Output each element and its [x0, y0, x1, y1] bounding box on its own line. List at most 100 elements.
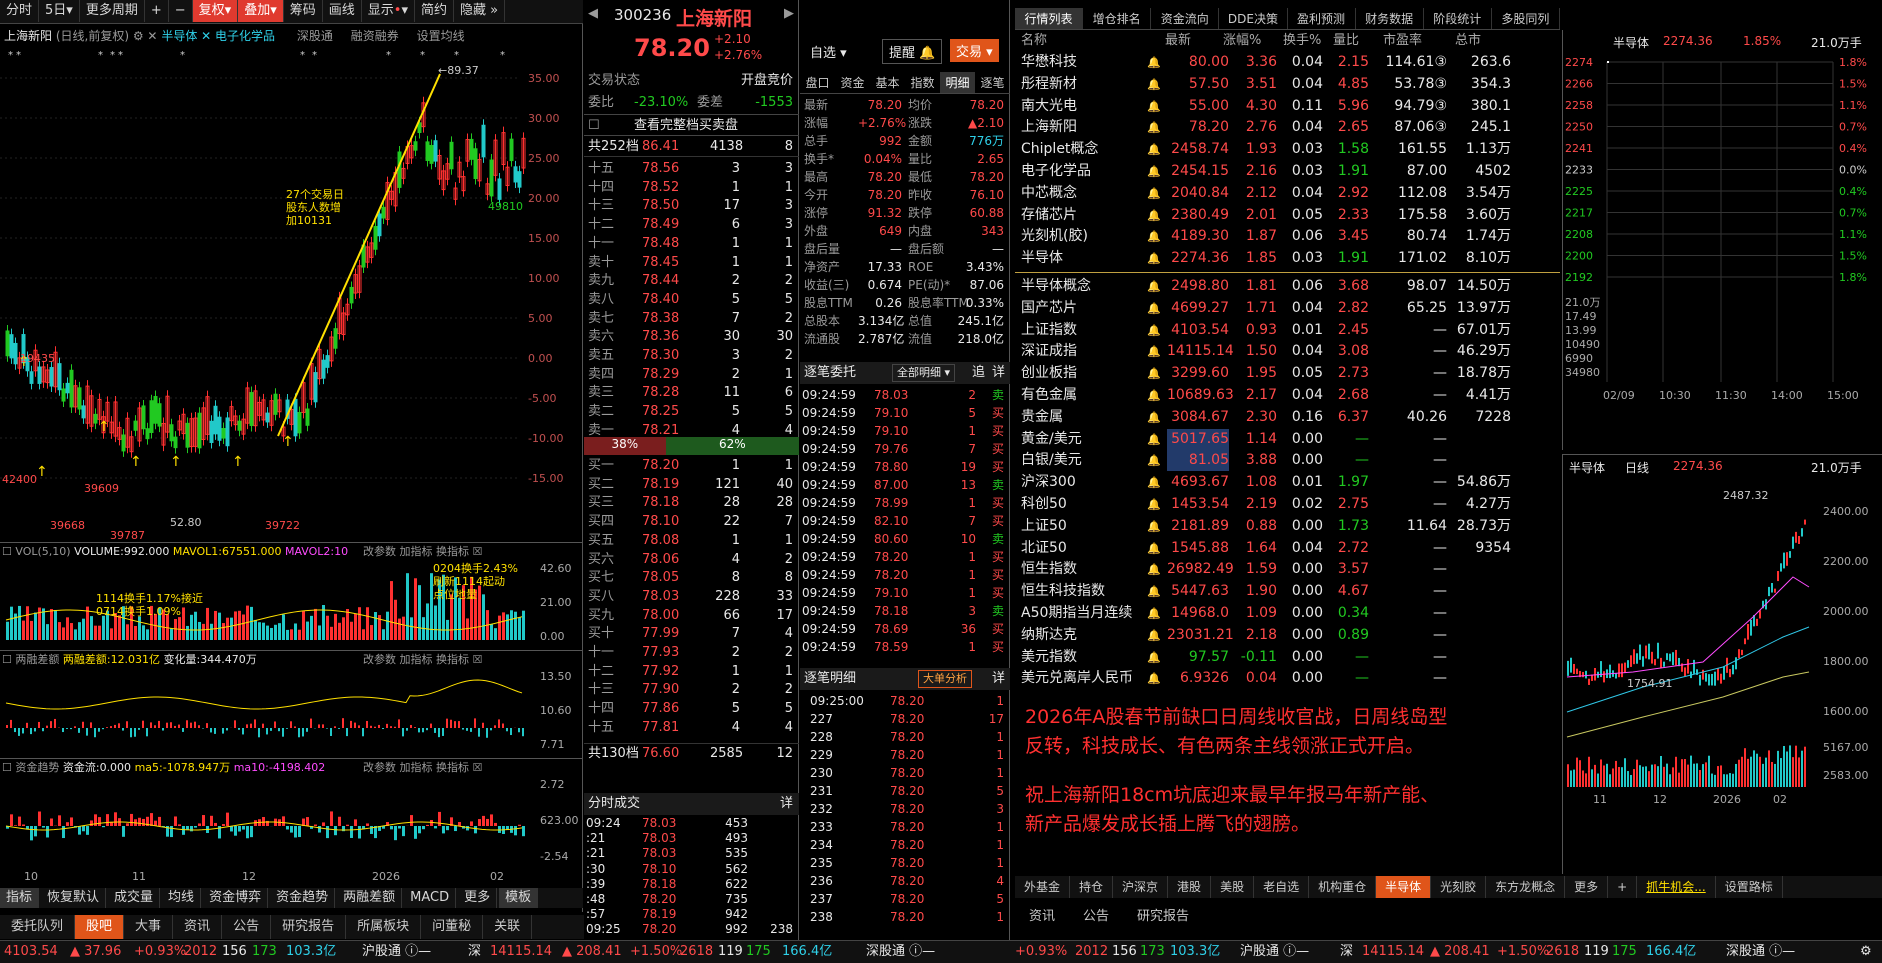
sell-level-0[interactable]: 十五 78.56 3 3: [584, 159, 799, 178]
tb-diejia[interactable]: 叠加▾: [238, 0, 284, 22]
list-row[interactable]: 北证50 🔔 1545.88 1.64 0.04 2.72—9354: [1015, 538, 1560, 559]
list-bottom-tab-3[interactable]: 港股: [1168, 876, 1212, 898]
list-tab-4[interactable]: 盈利预测: [1288, 8, 1356, 29]
list-col-5[interactable]: 市盈率: [1383, 31, 1422, 51]
list-row[interactable]: 有色金属 🔔 10689.63 2.17 0.04 2.68—4.41万: [1015, 385, 1560, 406]
sell-level-9[interactable]: 卖六 78.36 30 30: [584, 327, 799, 346]
ind-tab-9[interactable]: 模板: [499, 888, 539, 908]
list-bottom-tab-12[interactable]: 抓牛机会...: [1637, 876, 1716, 898]
ticks-detail-btn[interactable]: 详: [780, 793, 793, 815]
ind-tab-2[interactable]: 成交量: [108, 888, 161, 908]
list-tab-6[interactable]: 阶段统计: [1424, 8, 1492, 29]
tag-margin[interactable]: 融资融券: [351, 29, 399, 43]
list-row[interactable]: 深证成指 🔔 14115.14 1.50 0.04 3.08—46.29万: [1015, 341, 1560, 362]
qtab-0[interactable]: 盘口: [800, 72, 835, 93]
sell-level-5[interactable]: 卖十 78.45 1 1: [584, 253, 799, 272]
zb-row[interactable]: 09:24:59 78.20 1 买: [800, 566, 1010, 584]
ind-tab-5[interactable]: 资金趋势: [270, 888, 336, 908]
zb-row[interactable]: 09:24:59 78.03 2 卖: [800, 386, 1010, 404]
zb-row[interactable]: 09:24:59 78.20 1 买: [800, 548, 1010, 566]
buy-level-2[interactable]: 买三 78.18 28 28: [584, 493, 799, 512]
ind-tab-3[interactable]: 均线: [162, 888, 202, 908]
list-bottom-tab-1[interactable]: 持仓: [1070, 876, 1114, 898]
list-bottom-tab-0[interactable]: 外基金: [1015, 876, 1071, 898]
sell-level-8[interactable]: 卖七 78.38 7 2: [584, 309, 799, 328]
tb-fenshi[interactable]: 分时: [0, 0, 40, 22]
list-row[interactable]: 沪深300 🔔 4693.67 1.08 0.01 1.97—54.86万: [1015, 472, 1560, 493]
list-bottom-tab-5[interactable]: 老自选: [1254, 876, 1310, 898]
qtab-4[interactable]: 明细: [940, 72, 975, 93]
list-col-4[interactable]: 量比: [1333, 31, 1359, 51]
list-row[interactable]: 恒生指数 🔔 26982.49 1.59 0.00 3.57—: [1015, 559, 1560, 580]
list-row[interactable]: 中芯概念 🔔 2040.84 2.12 0.04 2.92 112.08 3.54万: [1015, 183, 1560, 204]
tag-chem[interactable]: ✕ 电子化学品: [201, 29, 275, 43]
list-bottom-tab-9[interactable]: 东方龙概念: [1486, 876, 1566, 898]
list-row[interactable]: 华懋科技 🔔 80.00 3.36 0.04 2.15 114.61③ 263.6: [1015, 52, 1560, 73]
list-row[interactable]: 半导体 🔔 2274.36 1.85 0.03 1.91 171.02 8.10万: [1015, 248, 1560, 269]
zb-row[interactable]: 09:24:59 78.99 1 买: [800, 494, 1010, 512]
buy-level-9[interactable]: 买十 77.99 7 4: [584, 624, 799, 643]
list-tab-7[interactable]: 多股同列: [1492, 8, 1560, 29]
watchlist-button[interactable]: 自选 ▾: [810, 42, 847, 61]
tb-zoom-out[interactable]: −: [169, 0, 193, 22]
bottom-nav-7[interactable]: 问董秘: [421, 915, 484, 939]
big-order-btn[interactable]: 大单分析: [918, 670, 972, 688]
zb-filter[interactable]: 全部明细 ▾: [892, 364, 956, 382]
rnav-2[interactable]: 研究报告: [1123, 905, 1203, 929]
list-bottom-tab-11[interactable]: +: [1608, 876, 1638, 898]
zb-row[interactable]: 09:24:59 82.10 7 买: [800, 512, 1010, 530]
list-row[interactable]: 上证指数 🔔 4103.54 0.93 0.01 2.45—67.01万: [1015, 320, 1560, 341]
list-bottom-tab-4[interactable]: 美股: [1211, 876, 1255, 898]
buy-level-6[interactable]: 买七 78.05 8 8: [584, 568, 799, 587]
trade-button[interactable]: 交易 ▾: [950, 39, 999, 62]
list-col-3[interactable]: 换手%: [1283, 31, 1321, 51]
sell-level-6[interactable]: 卖九 78.44 2 2: [584, 271, 799, 290]
zb-chase[interactable]: 追: [972, 362, 985, 384]
rnav-0[interactable]: 资讯: [1015, 905, 1069, 929]
qtab-1[interactable]: 资金: [835, 72, 870, 93]
sell-level-10[interactable]: 卖五 78.30 3 2: [584, 346, 799, 365]
zb-row[interactable]: 09:24:59 78.18 3 卖: [800, 602, 1010, 620]
bottom-nav-5[interactable]: 研究报告: [271, 915, 347, 939]
bottom-nav-6[interactable]: 所属板块: [346, 915, 422, 939]
list-row[interactable]: 电子化学品 🔔 2454.15 2.16 0.03 1.91 87.00 4502: [1015, 161, 1560, 182]
tb-yincang[interactable]: 隐藏 »: [454, 0, 506, 22]
qtab-5[interactable]: 逐笔: [975, 72, 1010, 93]
list-row[interactable]: 上海新阳 🔔 78.20 2.76 0.04 2.65 87.06③ 245.1: [1015, 117, 1560, 138]
list-row[interactable]: 半导体概念 🔔 2498.80 1.81 0.06 3.68 98.07 14.50万: [1015, 272, 1560, 297]
list-row[interactable]: 美元指数 🔔 97.57 -0.11 0.00— —: [1015, 647, 1560, 668]
bottom-nav-0[interactable]: 委托队列: [0, 915, 76, 939]
zb-row[interactable]: 09:24:59 79.10 1 买: [800, 422, 1010, 440]
buy-level-14[interactable]: 十五 77.81 4 4: [584, 718, 799, 737]
buy-level-3[interactable]: 买四 78.10 22 7: [584, 512, 799, 531]
list-col-2[interactable]: 涨幅%: [1223, 31, 1261, 51]
list-col-6[interactable]: 总市: [1455, 31, 1481, 51]
zb-row[interactable]: 09:24:59 78.80 19 买: [800, 458, 1010, 476]
ind-tab-6[interactable]: 两融差额: [337, 888, 403, 908]
tb-xianshi[interactable]: 显示•▾: [362, 0, 415, 22]
hgt-link[interactable]: 沪股通 ⓘ—: [362, 941, 431, 963]
list-tab-0[interactable]: 行情列表: [1015, 8, 1084, 29]
sell-level-12[interactable]: 卖三 78.28 11 6: [584, 383, 799, 402]
zbmx-detail[interactable]: 详: [992, 668, 1005, 690]
sgt-link[interactable]: 深股通 ⓘ—: [866, 941, 935, 963]
view-full-book[interactable]: 查看完整档买卖盘: [634, 115, 738, 137]
tb-fuquan[interactable]: 复权▾: [192, 0, 239, 22]
list-tab-3[interactable]: DDE决策: [1219, 8, 1288, 29]
bottom-nav-1[interactable]: 股吧: [75, 915, 125, 939]
list-row[interactable]: Chiplet概念 🔔 2458.74 1.93 0.03 1.58 161.55 1.13万: [1015, 139, 1560, 160]
list-row[interactable]: 国产芯片 🔔 4699.27 1.71 0.04 2.82 65.25 13.97万: [1015, 298, 1560, 319]
list-row[interactable]: 黄金/美元 🔔 5017.65 1.14 0.00— —: [1015, 428, 1560, 450]
list-row[interactable]: 存储芯片 🔔 2380.49 2.01 0.05 2.33 175.58 3.60万: [1015, 205, 1560, 226]
zb-row[interactable]: 09:24:59 79.10 5 买: [800, 404, 1010, 422]
ind-tab-7[interactable]: MACD: [404, 888, 457, 908]
next-stock-icon[interactable]: ▶: [784, 6, 794, 21]
list-col-1[interactable]: 最新: [1165, 31, 1191, 51]
buy-level-4[interactable]: 买五 78.08 1 1: [584, 531, 799, 550]
list-bottom-tab-7[interactable]: 半导体: [1376, 876, 1432, 898]
list-row[interactable]: 恒生科技指数 🔔 5447.63 1.90 0.00 4.67—: [1015, 581, 1560, 602]
buy-level-0[interactable]: 买一 78.20 1 1: [584, 456, 799, 475]
list-tab-1[interactable]: 增仓排名: [1083, 8, 1152, 29]
buy-level-11[interactable]: 十二 77.92 1 1: [584, 662, 799, 681]
buy-level-5[interactable]: 买六 78.06 4 2: [584, 550, 799, 569]
